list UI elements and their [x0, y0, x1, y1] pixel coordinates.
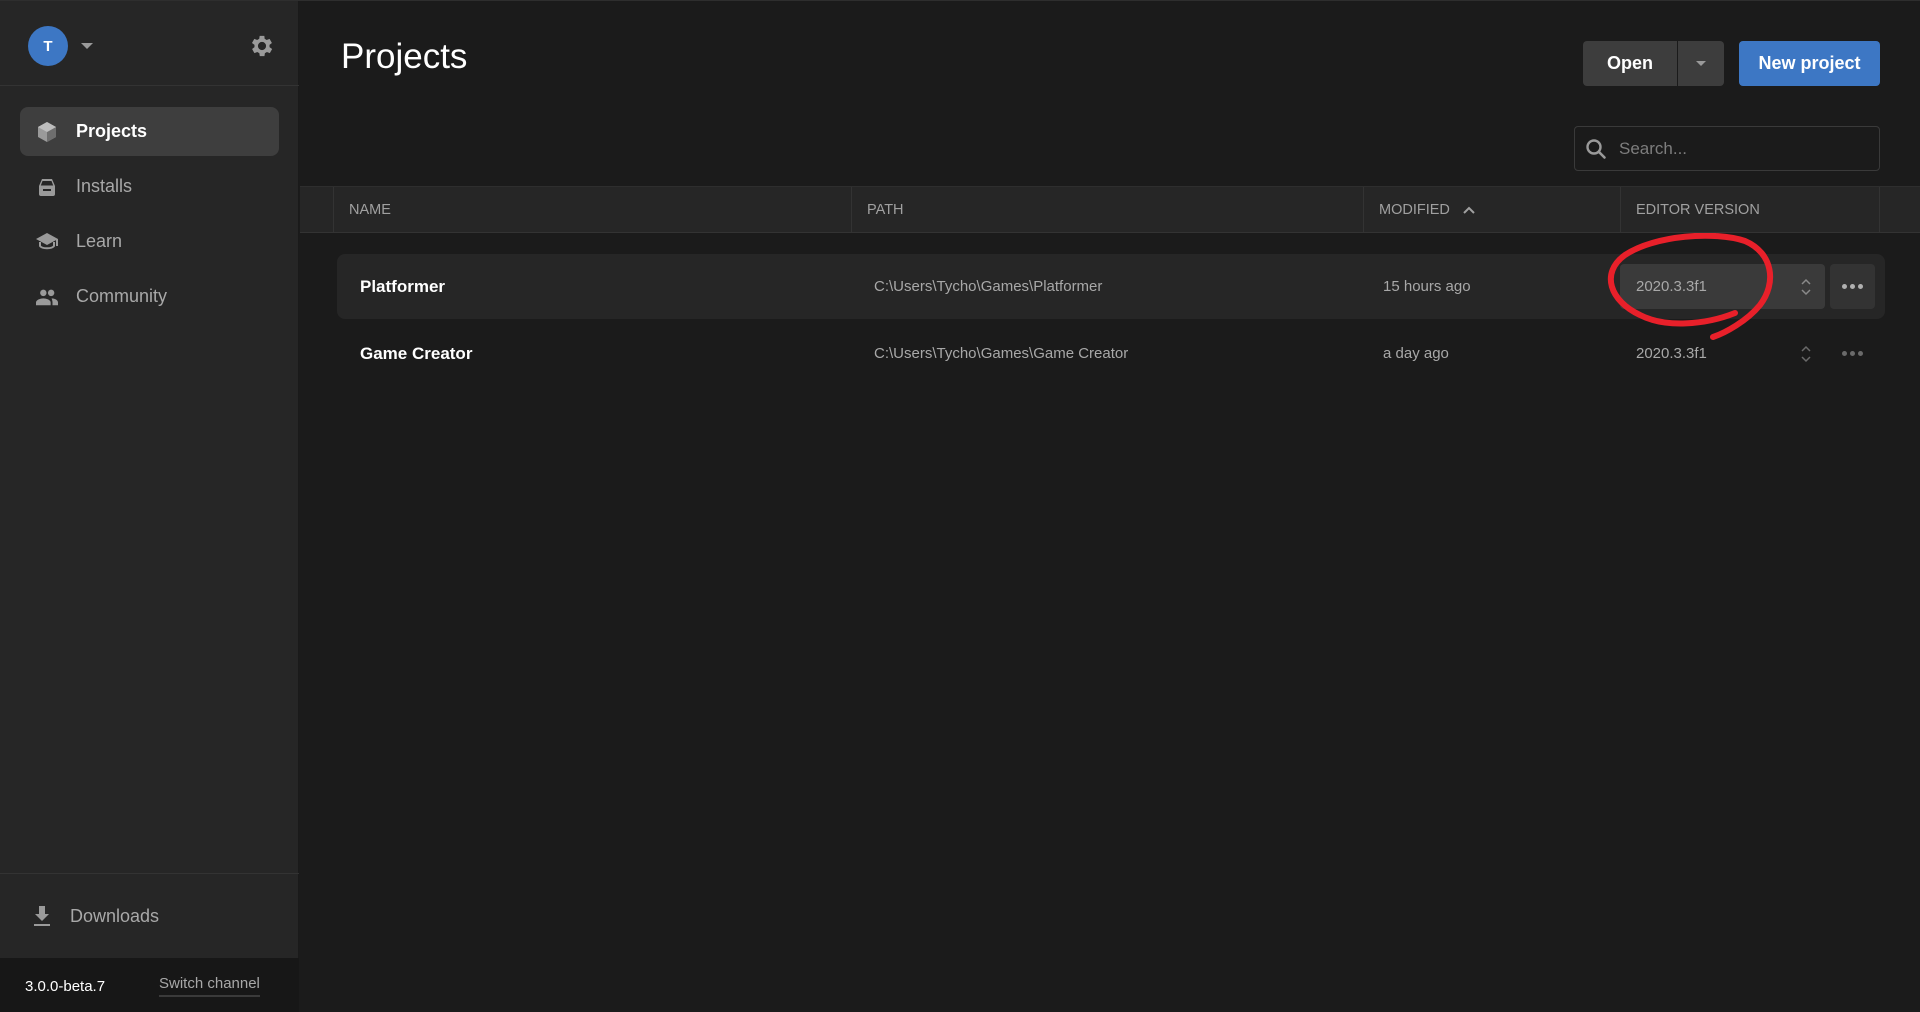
ellipsis-icon — [1842, 284, 1863, 289]
gear-icon[interactable] — [248, 32, 276, 60]
project-modified: 15 hours ago — [1383, 278, 1471, 295]
editor-version-value: 2020.3.3f1 — [1636, 345, 1707, 362]
sort-ascending-icon — [1463, 206, 1475, 214]
sidebar-footer: 3.0.0-beta.7 Switch channel — [0, 958, 299, 1012]
downloads-label: Downloads — [70, 905, 160, 926]
new-project-button[interactable]: New project — [1739, 41, 1880, 86]
column-header-label: PATH — [867, 202, 904, 218]
sidebar-item-community[interactable]: Community — [20, 272, 279, 321]
search-icon — [1586, 138, 1606, 159]
unity-hub-window: T Projects Installs Learn Community Down… — [0, 0, 1920, 1012]
ellipsis-icon — [1842, 351, 1863, 356]
editor-version-value: 2020.3.3f1 — [1636, 278, 1707, 295]
updown-chevron-icon — [1801, 345, 1811, 363]
search-box — [1574, 126, 1880, 171]
hub-version: 3.0.0-beta.7 — [25, 978, 106, 995]
more-options-button[interactable] — [1830, 331, 1875, 376]
sidebar-item-installs[interactable]: Installs — [20, 162, 279, 211]
account-bar: T — [0, 1, 299, 86]
column-header-modified[interactable]: MODIFIED — [1363, 187, 1620, 233]
sidebar-nav: Projects Installs Learn Community — [20, 107, 279, 327]
column-header-actions — [1879, 187, 1920, 233]
avatar[interactable]: T — [28, 26, 68, 66]
projects-table-header: NAME PATH MODIFIED EDITOR VERSION — [300, 186, 1920, 233]
download-icon — [34, 906, 50, 926]
cube-icon — [36, 121, 58, 143]
search-input[interactable] — [1619, 138, 1869, 159]
column-header-name[interactable]: NAME — [333, 187, 851, 233]
column-header-label: EDITOR VERSION — [1636, 202, 1760, 218]
project-name[interactable]: Game Creator — [360, 321, 472, 386]
updown-chevron-icon — [1801, 278, 1811, 296]
switch-channel-link[interactable]: Switch channel — [159, 975, 260, 997]
project-path: C:\Users\Tycho\Games\Game Creator — [874, 345, 1129, 362]
editor-version-select[interactable]: 2020.3.3f1 — [1620, 264, 1825, 309]
graduation-cap-icon — [36, 231, 58, 253]
more-options-button[interactable] — [1830, 264, 1875, 309]
project-modified: a day ago — [1383, 345, 1449, 362]
project-row[interactable]: Platformer C:\Users\Tycho\Games\Platform… — [337, 254, 1885, 319]
project-path: C:\Users\Tycho\Games\Platformer — [874, 278, 1103, 295]
project-row[interactable]: Game Creator C:\Users\Tycho\Games\Game C… — [337, 321, 1885, 386]
account-dropdown-icon[interactable] — [81, 43, 93, 49]
editor-version-select[interactable]: 2020.3.3f1 — [1620, 331, 1825, 376]
page-title: Projects — [341, 37, 468, 76]
column-header-path[interactable]: PATH — [851, 187, 1363, 233]
sidebar-item-learn[interactable]: Learn — [20, 217, 279, 266]
sidebar-item-label: Learn — [76, 231, 123, 251]
header-spacer — [300, 187, 333, 233]
downloads-button[interactable]: Downloads — [0, 873, 299, 958]
chevron-down-icon — [1696, 61, 1706, 66]
project-name[interactable]: Platformer — [360, 254, 445, 319]
column-header-editor-version[interactable]: EDITOR VERSION — [1620, 187, 1879, 233]
sidebar-item-label: Installs — [76, 176, 133, 196]
people-icon — [36, 286, 58, 308]
installs-drive-icon — [36, 176, 58, 198]
column-header-label: NAME — [349, 202, 391, 218]
main-panel: Projects Open New project NAME PATH MODI… — [300, 1, 1920, 1012]
sidebar-item-projects[interactable]: Projects — [20, 107, 279, 156]
column-header-label: MODIFIED — [1379, 202, 1450, 218]
sidebar-item-label: Community — [76, 286, 168, 306]
sidebar-item-label: Projects — [76, 121, 148, 141]
open-button[interactable]: Open — [1583, 41, 1677, 86]
open-dropdown-button[interactable] — [1678, 41, 1724, 86]
sidebar: T Projects Installs Learn Community Down… — [0, 1, 299, 1012]
